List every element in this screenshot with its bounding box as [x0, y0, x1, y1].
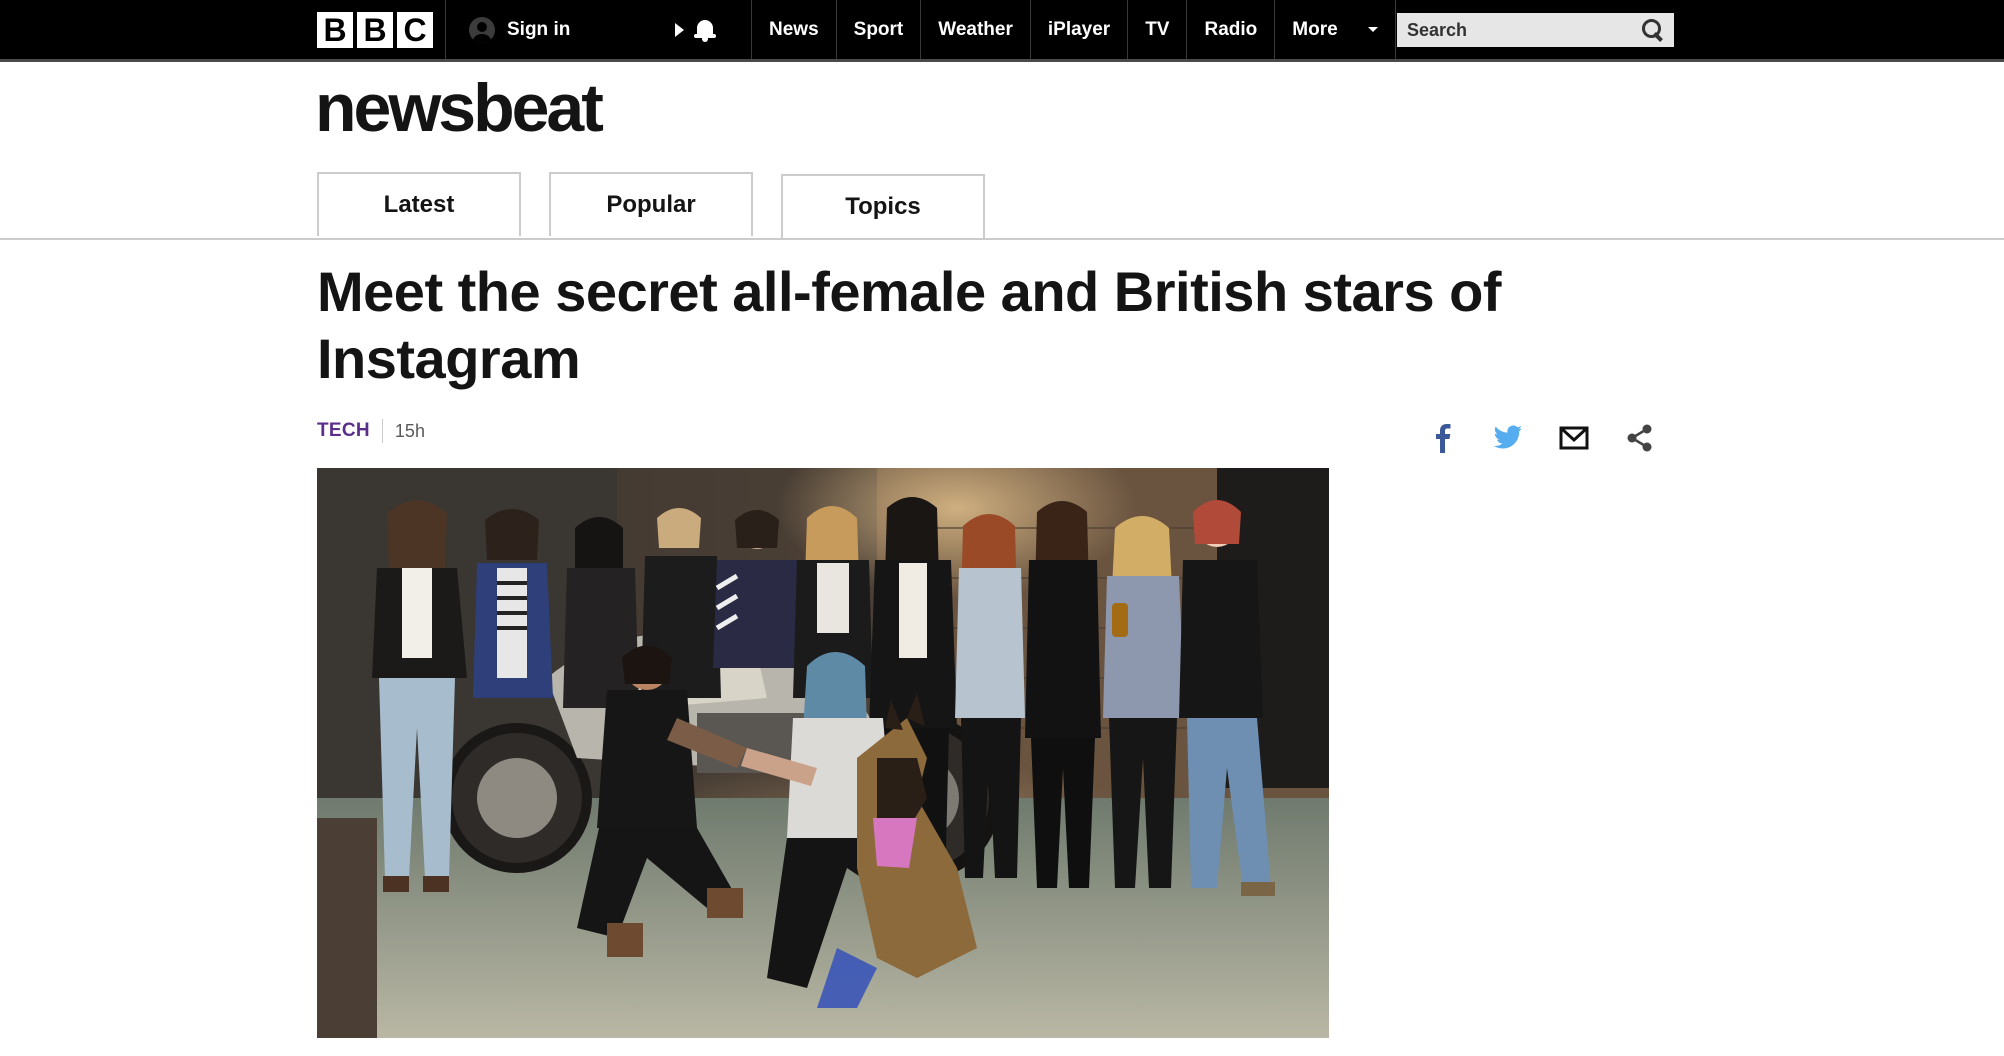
nav-item-tv[interactable]: TV [1127, 0, 1186, 59]
nav-item-weather[interactable]: Weather [920, 0, 1030, 59]
sign-in-label: Sign in [507, 18, 571, 40]
search-icon[interactable] [1642, 19, 1664, 42]
sign-in-link[interactable]: Sign in [469, 0, 570, 59]
topic-link[interactable]: TECH [317, 420, 370, 442]
article-hero-image [317, 468, 1329, 1038]
group-photo-illustration [317, 468, 1329, 1038]
tab-latest[interactable]: Latest [317, 172, 521, 236]
tabs-divider [0, 238, 2004, 240]
bell-icon [694, 18, 716, 42]
divider [445, 0, 446, 59]
nav-item-news[interactable]: News [751, 0, 836, 59]
tab-popular[interactable]: Popular [549, 172, 753, 236]
article-meta: TECH 15h [317, 416, 425, 446]
article-headline: Meet the secret all-female and British s… [317, 260, 1502, 390]
play-icon [675, 22, 684, 37]
bbc-logo-letter: B [317, 12, 353, 48]
twitter-icon[interactable] [1490, 420, 1526, 456]
user-avatar-icon [469, 16, 495, 43]
share-icon[interactable] [1622, 420, 1658, 456]
bbc-top-bar: B B C Sign in News Sport Weather iPlayer… [0, 0, 2004, 62]
search-input[interactable] [1407, 19, 1607, 41]
bbc-logo-letter: B [357, 12, 393, 48]
nav-item-iplayer[interactable]: iPlayer [1029, 0, 1127, 59]
chevron-down-icon [1367, 27, 1378, 32]
nav-item-sport[interactable]: Sport [835, 0, 921, 59]
newsbeat-logo[interactable]: newsbeat [315, 68, 604, 148]
search-box [1397, 13, 1674, 47]
bbc-nav: News Sport Weather iPlayer TV Radio More [751, 0, 1396, 59]
divider [381, 419, 383, 443]
nav-item-radio[interactable]: Radio [1186, 0, 1274, 59]
bbc-logo-letter: C [397, 12, 433, 48]
timestamp: 15h [394, 420, 425, 441]
nav-item-more[interactable]: More [1274, 0, 1396, 59]
tab-topics[interactable]: Topics [781, 174, 985, 238]
facebook-icon[interactable] [1424, 420, 1460, 456]
more-label: More [1292, 18, 1338, 40]
top-bar-inner: B B C Sign in News Sport Weather iPlayer… [317, 0, 1677, 59]
email-icon[interactable] [1556, 420, 1592, 456]
bbc-logo[interactable]: B B C [317, 12, 433, 48]
notifications-button[interactable] [675, 0, 716, 59]
